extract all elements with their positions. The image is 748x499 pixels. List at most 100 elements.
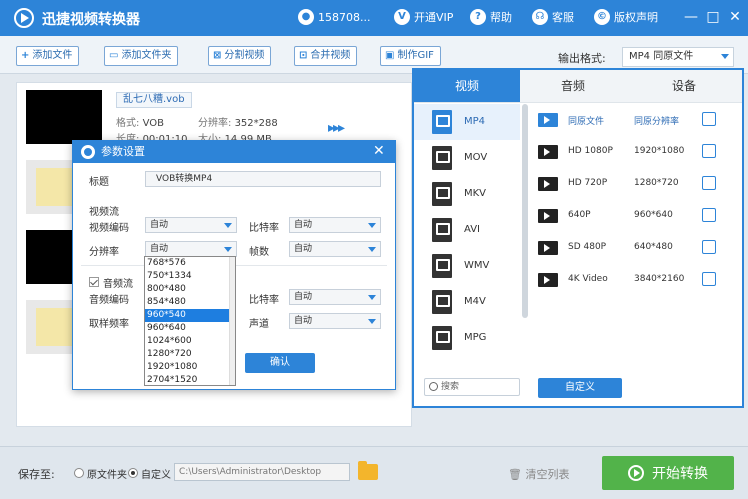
add-folder-button[interactable]: ▭ 添加文件夹 [104, 46, 179, 66]
copyright-label: 版权声明 [614, 11, 658, 24]
mkv-file-icon [432, 182, 452, 206]
add-file-button[interactable]: + 添加文件 [16, 46, 80, 66]
option-name: SD 480P [568, 242, 607, 252]
service-button[interactable]: ☊ 客服 [532, 9, 574, 25]
make-gif-label: 制作GIF [397, 50, 434, 61]
category-mov[interactable]: MOV [414, 140, 520, 176]
video-stream-heading: 视频流 [89, 207, 119, 218]
output-path-input[interactable]: C:\Users\Administrator\Desktop [174, 463, 350, 481]
clear-list-button[interactable]: 🗑 清空列表 [508, 466, 569, 482]
tab-audio[interactable]: 音频 [520, 70, 626, 103]
user-icon: ● [298, 9, 314, 25]
dropdown-option[interactable]: 1024*600 [145, 335, 235, 348]
category-scrollbar[interactable] [522, 104, 528, 318]
dropdown-option[interactable]: 750*1334 [145, 270, 235, 283]
dropdown-option[interactable]: 800*480 [145, 283, 235, 296]
resolution-select[interactable]: 自动 [145, 241, 237, 257]
make-gif-button[interactable]: ▣ 制作GIF [380, 46, 441, 66]
category-mkv[interactable]: MKV [414, 176, 520, 212]
merge-video-button[interactable]: ⊡ 合并视频 [294, 46, 358, 66]
original-folder-label: 原文件夹 [87, 470, 127, 481]
dropdown-option[interactable]: 854*480 [145, 296, 235, 309]
vip-button[interactable]: V 开通VIP [394, 9, 453, 25]
close-button[interactable]: ✕ [726, 8, 744, 26]
sample-rate-label: 取样频率 [89, 319, 129, 330]
output-format-select[interactable]: MP4 同原文件 [622, 47, 734, 67]
edit-icon[interactable] [702, 112, 716, 126]
category-label: MKV [464, 188, 487, 199]
split-video-button[interactable]: ⊠ 分割视频 [208, 46, 272, 66]
minimize-button[interactable]: — [682, 8, 700, 26]
dropdown-option-selected[interactable]: 960*540 [145, 309, 235, 322]
dropdown-option[interactable]: 768*576 [145, 257, 235, 270]
confirm-button[interactable]: 确认 [245, 353, 315, 373]
tab-device[interactable]: 设备 [626, 70, 742, 103]
dropdown-option[interactable]: 2704*1520 [145, 374, 235, 387]
edit-icon[interactable] [702, 272, 716, 286]
bitrate-select[interactable]: 自动 [289, 217, 381, 233]
edit-icon[interactable] [702, 208, 716, 222]
audio-codec-label: 音频编码 [89, 295, 129, 306]
category-label: MOV [464, 152, 488, 163]
format-search-input[interactable]: 搜索 [424, 378, 520, 396]
edit-icon[interactable] [702, 240, 716, 254]
format-option[interactable]: HD 720P 1280*720 [534, 168, 738, 200]
dialog-close-button[interactable]: ✕ [373, 143, 385, 159]
film-icon [538, 209, 558, 223]
resolution-dropdown: 768*576 750*1334 800*480 854*480 960*540… [144, 256, 236, 386]
dropdown-option[interactable]: 960*640 [145, 322, 235, 335]
title-input[interactable]: VOB转换MP4 [145, 171, 381, 187]
help-button[interactable]: ? 帮助 [470, 9, 512, 25]
maximize-button[interactable]: □ [704, 8, 722, 26]
film-icon [538, 113, 558, 127]
original-folder-radio[interactable] [74, 468, 84, 478]
file-name[interactable]: 乱七八糟.vob [116, 92, 192, 108]
start-convert-button[interactable]: 开始转换 [602, 456, 734, 490]
format-option[interactable]: SD 480P 640*480 [534, 232, 738, 264]
audio-bitrate-value: 自动 [294, 292, 313, 302]
file-resolution: 分辨率: 352*288 [198, 114, 278, 129]
chevron-down-icon [721, 54, 729, 59]
split-icon: ⊠ [213, 50, 222, 61]
option-name: 4K Video [568, 274, 608, 284]
option-resolution: 960*640 [634, 210, 673, 220]
dropdown-scrollbar[interactable] [229, 257, 235, 385]
channel-select[interactable]: 自动 [289, 313, 381, 329]
option-resolution: 1280*720 [634, 178, 679, 188]
format-option[interactable]: 同原文件 同原分辨率 [534, 104, 738, 136]
category-label: M4V [464, 296, 486, 307]
output-format-value: MP4 同原文件 [629, 51, 694, 62]
category-mp4[interactable]: MP4 [414, 104, 520, 140]
option-name: 640P [568, 210, 591, 220]
add-folder-label: 添加文件夹 [121, 50, 172, 61]
copyright-button[interactable]: © 版权声明 [594, 9, 658, 25]
format-option[interactable]: 640P 960*640 [534, 200, 738, 232]
category-avi[interactable]: AVI [414, 212, 520, 248]
edit-icon[interactable] [702, 176, 716, 190]
category-m4v[interactable]: M4V [414, 284, 520, 320]
fps-select[interactable]: 自动 [289, 241, 381, 257]
audio-stream-checkbox[interactable] [89, 277, 99, 287]
vip-label: 开通VIP [414, 11, 454, 24]
option-resolution: 同原分辨率 [634, 117, 680, 127]
format-custom-button[interactable]: 自定义 [538, 378, 622, 398]
format-option[interactable]: HD 1080P 1920*1080 [534, 136, 738, 168]
edit-icon[interactable] [702, 144, 716, 158]
tab-video[interactable]: 视频 [414, 70, 520, 103]
folder-icon[interactable] [358, 461, 378, 480]
dialog-title: 参数设置 [73, 141, 395, 163]
category-mpg[interactable]: MPG [414, 320, 520, 356]
video-codec-select[interactable]: 自动 [145, 217, 237, 233]
format-option[interactable]: 4K Video 3840*2160 [534, 264, 738, 296]
start-convert-label: 开始转换 [652, 466, 708, 482]
bitrate-label: 比特率 [249, 223, 279, 234]
dropdown-option[interactable]: 1280*720 [145, 348, 235, 361]
dropdown-option[interactable]: 1920*1080 [145, 361, 235, 374]
option-name: HD 1080P [568, 146, 613, 156]
res-value: 352*288 [234, 118, 278, 129]
video-codec-label: 视频编码 [89, 223, 129, 234]
audio-bitrate-select[interactable]: 自动 [289, 289, 381, 305]
custom-folder-radio[interactable] [128, 468, 138, 478]
category-wmv[interactable]: WMV [414, 248, 520, 284]
user-account[interactable]: ● 158708... [298, 9, 370, 25]
